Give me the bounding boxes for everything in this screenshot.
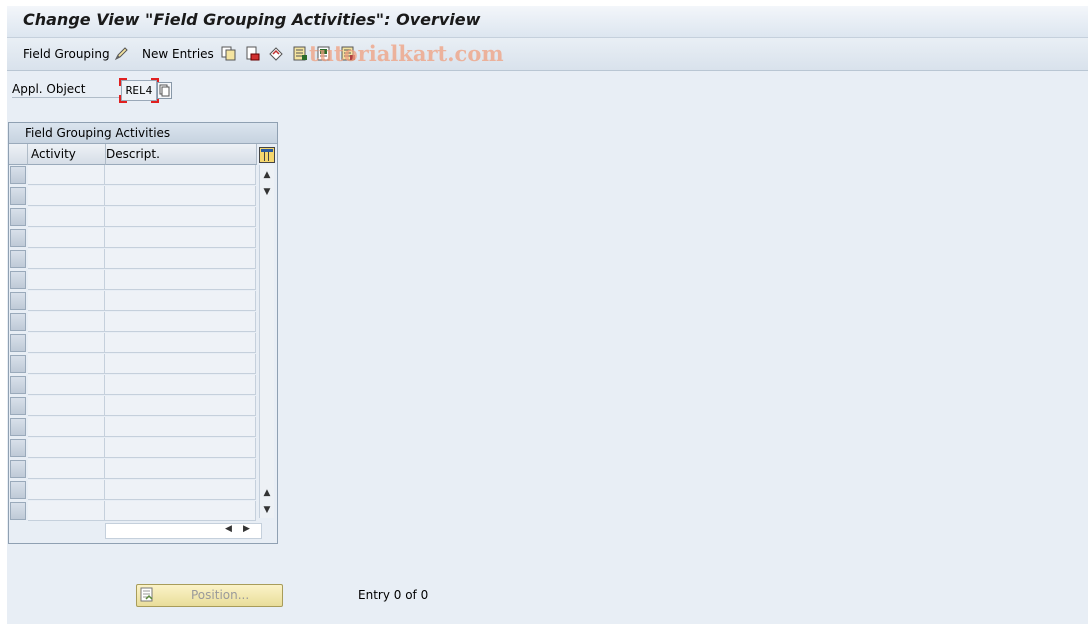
row-selector[interactable] [10, 502, 26, 520]
scroll-page-down-icon[interactable]: ▼ [260, 503, 274, 517]
horizontal-scroll-arrows: ◀ ▶ [223, 523, 259, 537]
scroll-left-icon[interactable]: ◀ [225, 524, 232, 534]
row-selector[interactable] [10, 229, 26, 247]
title-bar: Change View "Field Grouping Activities":… [7, 6, 1088, 38]
undo-change-icon[interactable] [269, 46, 284, 61]
cell-description[interactable] [105, 396, 256, 416]
cell-activity[interactable] [28, 396, 105, 416]
cell-description[interactable] [105, 165, 256, 185]
column-header-activity[interactable]: Activity [28, 144, 106, 165]
appl-object-label: Appl. Object [12, 82, 86, 96]
row-selector[interactable] [10, 481, 26, 499]
new-entries-button[interactable]: New Entries [142, 47, 214, 61]
cell-activity[interactable] [28, 459, 105, 479]
watermark: tutorialkart.com [309, 41, 504, 66]
cell-activity[interactable] [28, 228, 105, 248]
display-change-icon[interactable] [114, 46, 129, 61]
cell-activity[interactable] [28, 165, 105, 185]
cell-description[interactable] [105, 207, 256, 227]
cell-description[interactable] [105, 438, 256, 458]
cell-description[interactable] [105, 186, 256, 206]
row-selector[interactable] [10, 250, 26, 268]
cell-description[interactable] [105, 375, 256, 395]
table-settings-icon[interactable] [259, 147, 275, 163]
row-selector[interactable] [10, 460, 26, 478]
row-selector[interactable] [10, 208, 26, 226]
sap-screen: Change View "Field Grouping Activities":… [7, 6, 1088, 624]
select-all-icon[interactable] [293, 46, 308, 61]
row-selector[interactable] [10, 418, 26, 436]
required-marker-bl [119, 95, 127, 103]
cell-activity[interactable] [28, 333, 105, 353]
vertical-scrollbar[interactable]: ▲ ▼ ▲ ▼ [259, 165, 274, 518]
cell-description[interactable] [105, 354, 256, 374]
cell-description[interactable] [105, 270, 256, 290]
row-selector[interactable] [10, 187, 26, 205]
cell-activity[interactable] [28, 480, 105, 500]
row-selector[interactable] [10, 166, 26, 184]
cell-activity[interactable] [28, 312, 105, 332]
row-selector[interactable] [10, 376, 26, 394]
cell-activity[interactable] [28, 501, 105, 521]
cell-description[interactable] [105, 249, 256, 269]
table-title: Field Grouping Activities [9, 123, 277, 144]
cell-description[interactable] [105, 459, 256, 479]
scroll-right-icon[interactable]: ▶ [243, 524, 250, 534]
row-selector[interactable] [10, 334, 26, 352]
scroll-up-icon[interactable]: ▼ [260, 185, 274, 199]
position-icon [140, 587, 153, 602]
cell-activity[interactable] [28, 186, 105, 206]
select-all-rows-button[interactable] [9, 144, 28, 165]
row-selector[interactable] [10, 313, 26, 331]
label-underline [12, 97, 120, 98]
row-selector[interactable] [10, 439, 26, 457]
row-selector[interactable] [10, 355, 26, 373]
cell-activity[interactable] [28, 417, 105, 437]
cell-description[interactable] [105, 501, 256, 521]
cell-description[interactable] [105, 333, 256, 353]
row-selector[interactable] [10, 292, 26, 310]
cell-description[interactable] [105, 228, 256, 248]
row-selector[interactable] [10, 397, 26, 415]
value-help-button[interactable] [157, 82, 172, 99]
cell-description[interactable] [105, 480, 256, 500]
page-title: Change View "Field Grouping Activities":… [23, 10, 481, 29]
table-title-text: Field Grouping Activities [25, 126, 171, 140]
entry-status: Entry 0 of 0 [358, 588, 429, 602]
field-grouping-table: Field Grouping Activities Activity Descr… [8, 122, 278, 544]
cell-description[interactable] [105, 417, 256, 437]
application-toolbar: Field Grouping New Entries tutorialkart.… [7, 38, 1088, 71]
copy-field-icon [159, 84, 170, 97]
position-button-label: Position... [191, 588, 250, 602]
copy-icon[interactable] [221, 46, 236, 61]
cell-description[interactable] [105, 312, 256, 332]
required-marker-tl [119, 78, 127, 86]
cell-activity[interactable] [28, 291, 105, 311]
cell-activity[interactable] [28, 354, 105, 374]
cell-activity[interactable] [28, 270, 105, 290]
row-selector[interactable] [10, 271, 26, 289]
cell-activity[interactable] [28, 438, 105, 458]
cell-description[interactable] [105, 291, 256, 311]
field-grouping-button[interactable]: Field Grouping [23, 47, 110, 61]
cell-activity[interactable] [28, 249, 105, 269]
cell-activity[interactable] [28, 375, 105, 395]
position-button[interactable]: Position... [136, 584, 283, 607]
delete-icon[interactable] [245, 46, 260, 61]
cell-activity[interactable] [28, 207, 105, 227]
scroll-down-icon[interactable]: ▲ [260, 486, 274, 500]
column-header-description[interactable]: Descript. [106, 144, 257, 165]
scroll-page-up-icon[interactable]: ▲ [260, 168, 274, 182]
